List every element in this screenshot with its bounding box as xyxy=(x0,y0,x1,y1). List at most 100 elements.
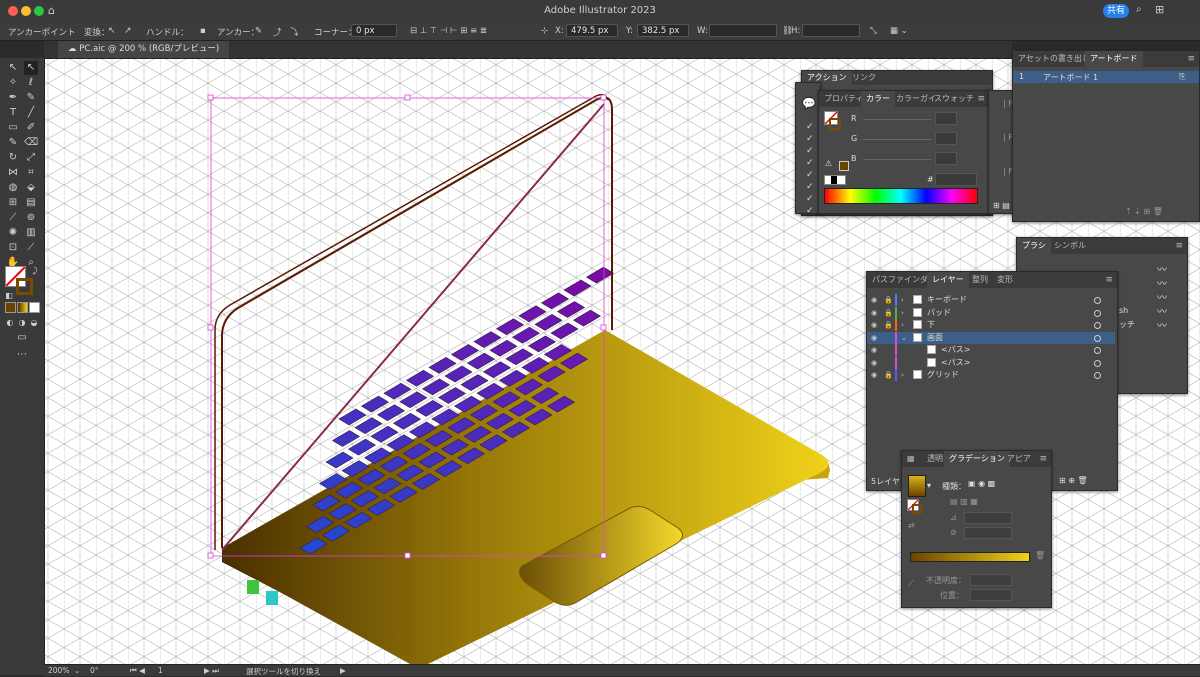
gradient-eyedropper-icon[interactable]: ⟋ xyxy=(908,579,914,589)
search-icon[interactable]: ⌕ xyxy=(1136,4,1142,15)
status-menu-icon[interactable]: ▶ xyxy=(340,666,346,675)
gradient-panel-menu-icon[interactable]: ≡ xyxy=(1039,454,1047,464)
artboards-panel-menu-icon[interactable]: ≡ xyxy=(1187,54,1195,64)
tab-color[interactable]: カラー xyxy=(861,91,895,107)
target-circle-icon[interactable] xyxy=(1094,297,1101,304)
disclosure-arrow-icon[interactable]: › xyxy=(901,369,904,381)
aspect-icon[interactable]: ⊘ xyxy=(950,528,957,537)
tab-layers[interactable]: レイヤー xyxy=(927,272,969,288)
convert-smooth-icon[interactable]: ↗ xyxy=(124,26,132,36)
eraser-tool-icon[interactable]: ⌫ xyxy=(24,136,38,150)
tab-asset-export[interactable]: アセットの書き出し xyxy=(1013,51,1095,67)
layer-row[interactable]: ◉ 🔒 › 下 xyxy=(867,319,1115,331)
connect-anchor-icon[interactable]: ⤴ xyxy=(273,26,282,38)
shaper-tool-icon[interactable]: ✎ xyxy=(6,136,20,150)
angle-input[interactable] xyxy=(964,512,1012,524)
position-input[interactable] xyxy=(970,589,1012,601)
lock-icon[interactable]: 🔒 xyxy=(884,369,893,381)
symbol-sprayer-tool-icon[interactable]: ✺ xyxy=(6,226,20,240)
last-color-swatch[interactable] xyxy=(839,161,849,171)
artboard-row[interactable]: 1 アートボード 1 ⎘ xyxy=(1013,71,1199,83)
aspect-input[interactable] xyxy=(964,527,1012,539)
slice-tool-icon[interactable]: ⟋ xyxy=(24,241,38,255)
reference-point-icon[interactable]: ⊹ xyxy=(541,26,548,36)
tab-brushes[interactable]: ブラシ xyxy=(1017,238,1051,254)
cut-path-icon[interactable]: ⤵ xyxy=(290,26,299,38)
convert-corner-icon[interactable]: ↖ xyxy=(108,26,116,36)
stroke-gradient-icons[interactable]: ▤ ▥ ▦ xyxy=(950,497,978,506)
panel-menu-icon[interactable]: ▦ ⌄ xyxy=(890,26,908,36)
none-mode-icon[interactable] xyxy=(29,302,40,313)
hex-input[interactable] xyxy=(935,173,977,186)
color-mode-icon[interactable] xyxy=(5,302,16,313)
visibility-eye-icon[interactable]: ◉ xyxy=(871,332,880,344)
layer-name[interactable]: グリッド xyxy=(927,369,959,381)
lock-icon[interactable]: 🔒 xyxy=(884,319,893,331)
visibility-eye-icon[interactable]: ◉ xyxy=(871,369,880,381)
target-circle-icon[interactable] xyxy=(1094,359,1101,367)
tab-artboards[interactable]: アートボード xyxy=(1085,51,1143,67)
layer-name[interactable]: <パス> xyxy=(941,344,970,356)
layer-row[interactable]: ◉ 🔒 › グリッド xyxy=(867,369,1115,381)
visibility-eye-icon[interactable]: ◉ xyxy=(871,294,880,306)
gradient-dropdown-icon[interactable]: ▾ xyxy=(927,481,931,490)
r-value-input[interactable] xyxy=(935,112,957,125)
magic-wand-tool-icon[interactable]: ✧ xyxy=(6,76,20,90)
rectangle-tool-icon[interactable]: ▭ xyxy=(6,121,20,135)
b-value-input[interactable] xyxy=(935,152,957,165)
layer-name[interactable]: <パス> xyxy=(941,357,970,369)
document-tab[interactable]: ☁ PC.aic @ 200 % (RGB/プレビュー) xyxy=(58,41,230,58)
live-paint-tool-icon[interactable]: ⬙ xyxy=(24,181,38,195)
target-circle-icon[interactable] xyxy=(1094,372,1101,379)
visibility-eye-icon[interactable]: ◉ xyxy=(871,307,880,319)
opacity-input[interactable] xyxy=(970,574,1012,586)
x-position-input[interactable]: 479.5 px xyxy=(566,24,618,37)
type-tool-icon[interactable]: T xyxy=(6,106,20,120)
layer-row[interactable]: ◉ ⌄ 画面 xyxy=(867,331,1115,344)
gradient-mode-icon[interactable] xyxy=(17,302,28,313)
g-slider[interactable] xyxy=(863,139,931,140)
y-position-input[interactable]: 382.5 px xyxy=(637,24,689,37)
gradient-type-icons[interactable]: ▣ ◉ ▩ xyxy=(968,479,995,488)
paintbrush-tool-icon[interactable]: ✐ xyxy=(24,121,38,135)
isolate-icon[interactable]: ⤡ xyxy=(870,26,877,36)
screen-mode-icon[interactable]: ▭ xyxy=(15,331,29,345)
line-tool-icon[interactable]: ╱ xyxy=(24,106,38,120)
disclosure-arrow-icon[interactable]: › xyxy=(901,307,904,319)
delete-stop-icon[interactable]: 🗑 xyxy=(1035,551,1045,560)
artboard-index[interactable]: 1 xyxy=(158,666,163,675)
layer-name[interactable]: 画面 xyxy=(927,332,943,344)
reverse-gradient-icon[interactable]: ⇄ xyxy=(908,521,915,530)
color-stroke-swatch[interactable] xyxy=(829,118,841,130)
layer-row[interactable]: ◉ <パス> xyxy=(867,356,1115,369)
edit-toolbar-icon[interactable]: ⋯ xyxy=(15,348,29,362)
lasso-tool-icon[interactable]: ℓ xyxy=(24,76,38,90)
brush-strokes[interactable]: 〰〰〰〰〰 xyxy=(1157,264,1167,334)
gradient-slider[interactable] xyxy=(910,552,1030,562)
pen-tool-icon[interactable]: ✒ xyxy=(6,91,20,105)
disclosure-arrow-icon[interactable]: › xyxy=(901,294,904,306)
panel-button-icons[interactable]: ⊞ ▤ xyxy=(993,201,1010,210)
disclosure-arrow-icon[interactable]: ⌄ xyxy=(901,332,907,344)
share-button[interactable]: 共有 xyxy=(1103,4,1129,18)
height-input[interactable] xyxy=(802,24,860,37)
eyedropper-tool-icon[interactable]: ⟋ xyxy=(6,211,20,225)
r-slider[interactable] xyxy=(863,119,931,120)
layer-row[interactable]: ◉ <パス> xyxy=(867,344,1115,356)
tab-swatches[interactable]: スウォッチ xyxy=(929,91,979,107)
tab-gradient[interactable]: グラデーション xyxy=(944,451,1010,467)
visibility-eye-icon[interactable]: ◉ xyxy=(871,319,880,331)
layer-name[interactable]: パッド xyxy=(927,307,951,319)
g-value-input[interactable] xyxy=(935,132,957,145)
target-circle-icon[interactable] xyxy=(1094,322,1101,329)
layer-name[interactable]: 下 xyxy=(927,319,935,331)
hide-handles-icon[interactable]: ▪ xyxy=(200,26,206,36)
direct-selection-tool-icon[interactable]: ↖ xyxy=(24,61,38,75)
swap-fill-stroke-icon[interactable]: ⤸ xyxy=(28,264,42,278)
lock-icon[interactable]: 🔒 xyxy=(884,307,893,319)
disclosure-arrow-icon[interactable]: › xyxy=(901,319,904,331)
gradient-stroke-swatch[interactable] xyxy=(912,504,922,514)
perspective-grid-tool-icon[interactable]: ⊞ xyxy=(6,196,20,210)
artboard-options-icon[interactable]: ⎘ xyxy=(1179,72,1185,82)
visibility-eye-icon[interactable]: ◉ xyxy=(871,357,880,369)
